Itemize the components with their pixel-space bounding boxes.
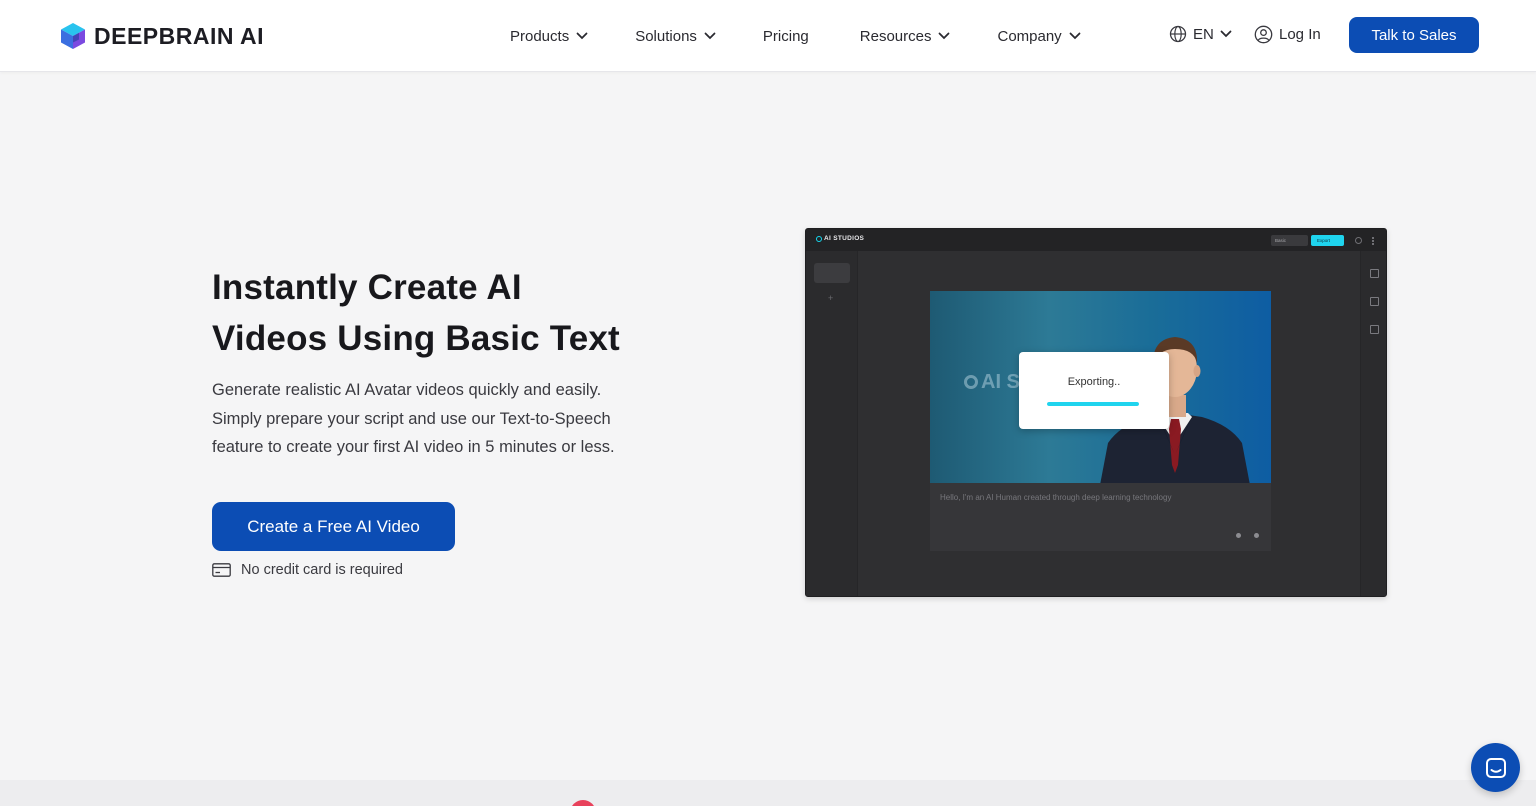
preview-scene-thumbnail — [814, 263, 850, 283]
nav-resources-label: Resources — [859, 27, 932, 45]
globe-icon — [1169, 25, 1187, 43]
chevron-down-icon — [1069, 32, 1081, 40]
export-status-text: Exporting.. — [1067, 376, 1121, 388]
user-icon — [1254, 25, 1273, 44]
ai-studios-preview: AI STUDIOS Basic Export + AI S Exporting… — [805, 228, 1387, 597]
chevron-down-icon — [704, 32, 716, 40]
preview-text-icon — [1370, 297, 1379, 306]
credit-card-icon — [212, 563, 231, 577]
preview-media-icon — [1370, 325, 1379, 334]
preview-tools-panel — [1360, 251, 1386, 596]
hero-title-line-2: Videos Using Basic Text — [212, 319, 620, 358]
next-section-band — [0, 780, 1536, 806]
preview-app-name: AI STUDIOS — [824, 235, 865, 242]
nav-pricing[interactable]: Pricing — [763, 28, 809, 45]
login-link[interactable]: Log In — [1254, 25, 1321, 44]
nav-products-label: Products — [510, 27, 570, 45]
preview-scene-panel: + — [806, 251, 858, 596]
preview-script-area: Hello, I'm an AI Human created through d… — [930, 483, 1271, 551]
chat-icon — [1485, 757, 1506, 778]
hero-title-line-1: Instantly Create AI — [212, 268, 522, 307]
preview-watermark: AI S — [964, 371, 1020, 394]
preview-toolbar: AI STUDIOS Basic Export — [806, 229, 1386, 251]
language-selector[interactable]: EN — [1169, 25, 1232, 43]
nav-pricing-label: Pricing — [762, 27, 809, 45]
brand-logo[interactable]: DEEPBRAIN AI — [60, 20, 264, 52]
login-label: Log In — [1279, 26, 1321, 43]
preview-script-text: Hello, I'm an AI Human created through d… — [940, 493, 1172, 502]
preview-export-button: Export — [1311, 235, 1344, 246]
preview-avatar-icon — [1370, 269, 1379, 278]
preview-watermark-ring-icon — [964, 375, 978, 389]
preview-app-logo: AI STUDIOS — [816, 235, 864, 242]
hero-description: Generate realistic AI Avatar videos quic… — [212, 376, 672, 462]
brand-name: DEEPBRAIN AI — [94, 22, 264, 49]
no-credit-card-note: No credit card is required — [212, 562, 403, 578]
preview-stop-icon — [1254, 533, 1259, 538]
chat-launcher-button[interactable] — [1471, 743, 1520, 792]
preview-more-icon — [1372, 237, 1374, 245]
preview-add-scene-icon: + — [828, 293, 834, 303]
chevron-down-icon — [939, 32, 950, 40]
nav-company[interactable]: Company — [997, 27, 1081, 45]
preview-logo-mark-icon — [816, 235, 822, 242]
main-nav: Products Solutions Pricing Resources Com… — [510, 22, 1081, 50]
chevron-down-icon — [1220, 30, 1232, 38]
language-label: EN — [1193, 25, 1214, 43]
nav-products[interactable]: Products — [510, 28, 588, 45]
nav-company-label: Company — [997, 27, 1062, 45]
top-navbar: DEEPBRAIN AI Products Solutions Pricing … — [0, 0, 1536, 72]
nav-solutions-label: Solutions — [635, 27, 697, 45]
deepbrain-cube-icon — [61, 23, 85, 49]
preview-play-icon — [1236, 533, 1241, 538]
hero-desc-line-2: Simply prepare your script and use our T… — [212, 409, 611, 428]
preview-watermark-text: AI S — [981, 371, 1020, 393]
nav-solutions[interactable]: Solutions — [635, 28, 716, 45]
export-progress-bar — [1047, 402, 1139, 406]
preview-select: Basic — [1271, 235, 1308, 246]
preview-help-icon — [1355, 237, 1362, 244]
export-progress-dialog: Exporting.. — [1019, 352, 1169, 429]
create-free-video-button[interactable]: Create a Free AI Video — [212, 502, 455, 551]
nav-resources[interactable]: Resources — [860, 28, 951, 45]
hero-desc-line-3: feature to create your first AI video in… — [212, 438, 615, 456]
export-progress-fill — [1047, 402, 1139, 406]
hero-desc-line-1: Generate realistic AI Avatar videos quic… — [212, 381, 602, 399]
talk-to-sales-button[interactable]: Talk to Sales — [1349, 17, 1479, 53]
hero-title: Instantly Create AI Videos Using Basic T… — [212, 262, 692, 364]
chevron-down-icon — [576, 32, 588, 40]
no-credit-card-text: No credit card is required — [241, 562, 403, 578]
